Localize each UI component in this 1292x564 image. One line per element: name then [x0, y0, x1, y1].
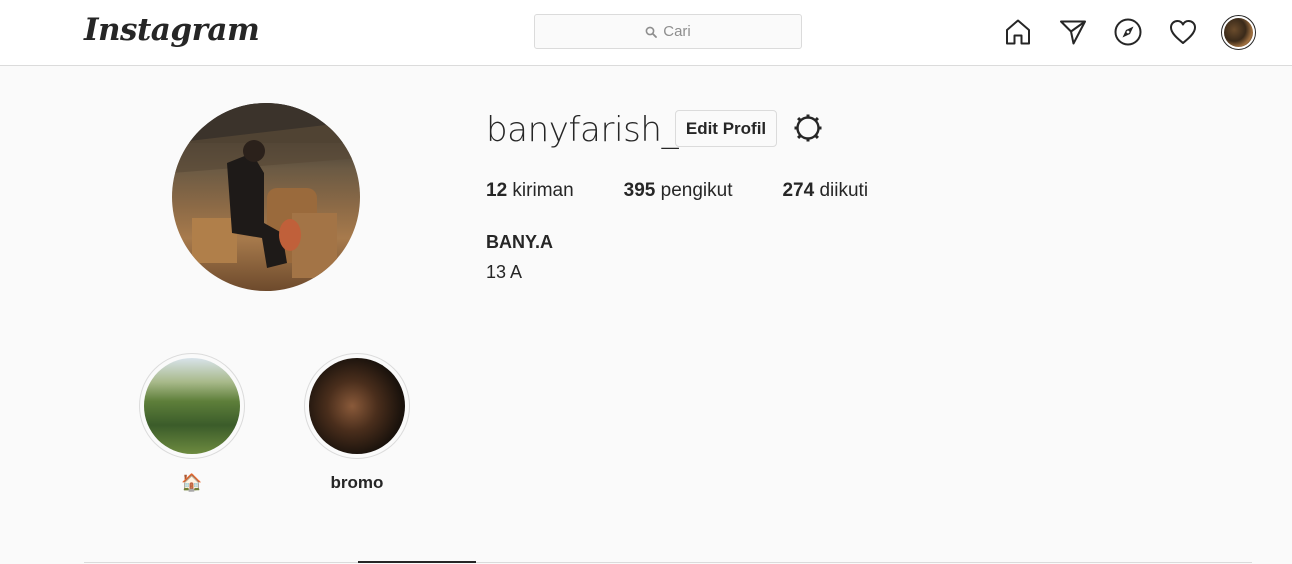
- heart-icon: [1170, 20, 1196, 44]
- search-placeholder: Cari: [663, 23, 691, 40]
- following-count[interactable]: 274 diikuti: [782, 180, 868, 202]
- highlight-label: bromo: [330, 473, 384, 492]
- instagram-logo[interactable]: Instagram: [84, 12, 260, 48]
- direct-messages-button[interactable]: [1057, 16, 1089, 48]
- profile-username: banyfarish_: [486, 110, 679, 150]
- explore-button[interactable]: [1112, 16, 1144, 48]
- tab-active-indicator: [358, 561, 476, 563]
- profile-bio: 13 A: [486, 262, 523, 282]
- highlight-ring: [304, 353, 410, 459]
- followers-count[interactable]: 395 pengikut: [624, 180, 733, 202]
- posts-count[interactable]: 12 kiriman: [486, 180, 574, 202]
- avatar: [1224, 18, 1253, 47]
- followers-count-label: pengikut: [660, 180, 733, 201]
- profile-photo-image: [172, 103, 360, 278]
- following-count-value: 274: [782, 180, 815, 201]
- highlight-label: 🏠: [181, 473, 203, 492]
- profile-avatar-button[interactable]: [1221, 15, 1256, 50]
- profile-photo[interactable]: [172, 103, 360, 291]
- home-icon: [1006, 19, 1030, 45]
- story-highlight-bromo[interactable]: bromo: [304, 353, 410, 493]
- followers-count-value: 395: [623, 180, 656, 201]
- paper-plane-icon: [1060, 20, 1086, 45]
- edit-profile-button[interactable]: Edit Profil: [675, 110, 777, 147]
- posts-count-label: kiriman: [512, 180, 574, 201]
- top-navigation-bar: Instagram Cari: [0, 0, 1292, 66]
- following-count-label: diikuti: [819, 180, 869, 201]
- highlight-cover: [144, 358, 240, 454]
- search-icon: [645, 26, 658, 38]
- highlight-cover: [309, 358, 405, 454]
- story-highlight-home[interactable]: 🏠: [139, 353, 245, 493]
- tabs-divider: [84, 562, 1252, 563]
- profile-stats: 12 kiriman 395 pengikut 274 diikuti: [486, 180, 868, 202]
- highlight-ring: [139, 353, 245, 459]
- gear-icon[interactable]: [792, 112, 824, 144]
- home-button[interactable]: [1002, 16, 1034, 48]
- profile-full-name: BANY.A: [486, 232, 554, 252]
- posts-count-value: 12: [486, 180, 508, 201]
- search-input[interactable]: Cari: [534, 14, 802, 49]
- compass-icon: [1114, 18, 1142, 46]
- activity-button[interactable]: [1167, 16, 1199, 48]
